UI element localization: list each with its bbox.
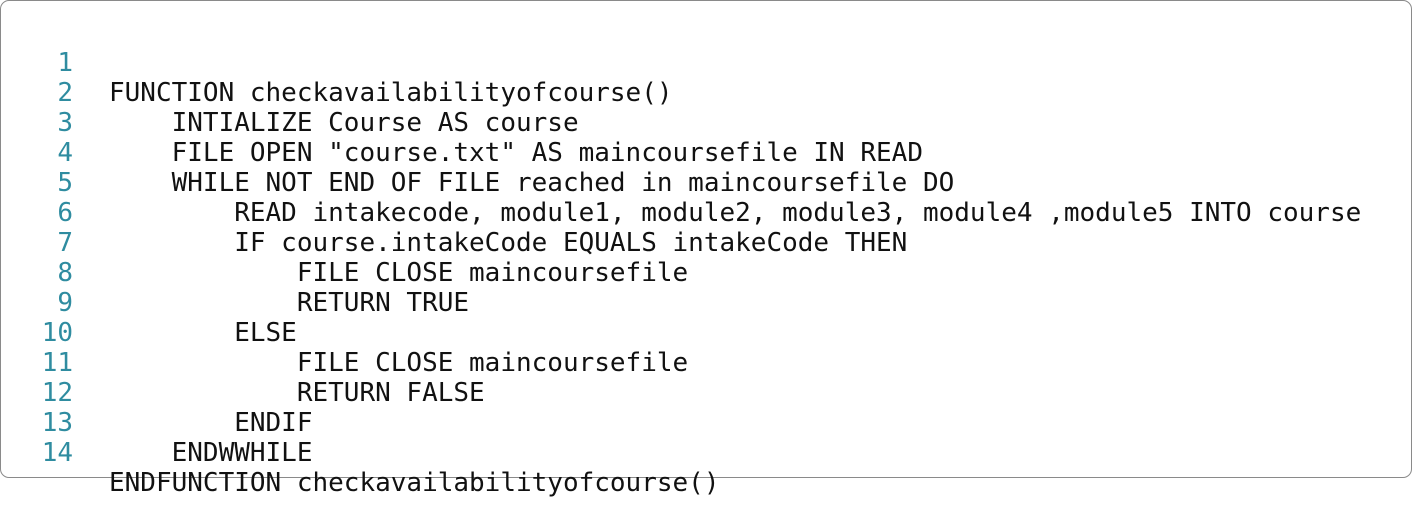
- code-line: 11 RETURN FALSE: [1, 318, 1411, 408]
- code-line: 14 ENDFUNCTION checkavailabilityofcourse…: [1, 408, 1411, 498]
- code-block: 1 FUNCTION checkavailabilityofcourse() 2…: [0, 0, 1412, 498]
- line-number: 14: [41, 438, 73, 468]
- code-line: 4 WHILE NOT END OF FILE reached in mainc…: [1, 108, 1411, 198]
- code-line: 2 INTIALIZE Course AS course: [1, 48, 1411, 138]
- code-line: 6 IF course.intakeCode EQUALS intakeCode…: [1, 168, 1411, 258]
- code-line: 8 RETURN TRUE: [1, 228, 1411, 318]
- code-line: 10 FILE CLOSE maincoursefile: [1, 288, 1411, 378]
- code-line: 5 READ intakecode, module1, module2, mod…: [1, 138, 1411, 228]
- code-line: 1 FUNCTION checkavailabilityofcourse(): [1, 18, 1411, 108]
- code-line: 3 FILE OPEN "course.txt" AS maincoursefi…: [1, 78, 1411, 168]
- code-text: ENDWWHILE: [109, 438, 313, 468]
- code-line: 7 FILE CLOSE maincoursefile: [1, 198, 1411, 288]
- code-text: ENDFUNCTION checkavailabilityofcourse(): [109, 468, 720, 498]
- code-body: 1 FUNCTION checkavailabilityofcourse() 2…: [1, 18, 1411, 498]
- code-line: 9 ELSE: [1, 258, 1411, 348]
- code-line: 13 ENDWWHILE: [1, 378, 1411, 468]
- code-line: 12 ENDIF: [1, 348, 1411, 438]
